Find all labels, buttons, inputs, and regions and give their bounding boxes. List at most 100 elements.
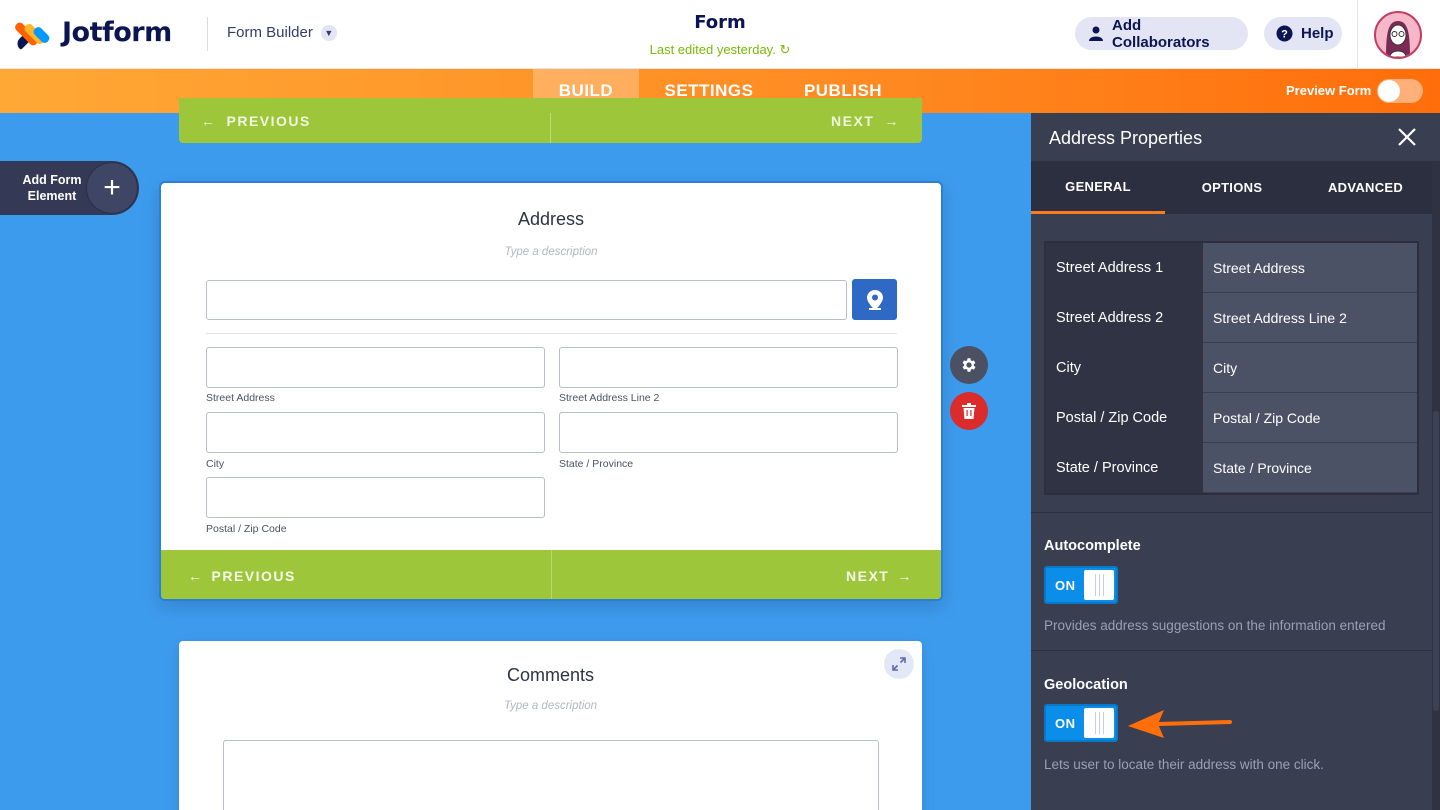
street-address-input[interactable]: [206, 347, 545, 388]
plus-icon: +: [86, 162, 138, 214]
table-row: Street Address 2 Street Address Line 2: [1046, 293, 1417, 343]
annotation-arrow-icon: [1128, 710, 1232, 738]
account-area: [1357, 0, 1440, 69]
previous-label: PREVIOUS: [226, 112, 311, 129]
location-pin-icon: [866, 289, 883, 310]
previous-button[interactable]: ← PREVIOUS: [188, 550, 296, 599]
last-edited-status[interactable]: Last edited yesterday. ↻: [600, 42, 840, 58]
tab-options[interactable]: OPTIONS: [1165, 161, 1299, 214]
add-form-element-button[interactable]: Add Form Element +: [0, 161, 139, 215]
previous-button-top[interactable]: ← PREVIOUS: [201, 98, 311, 143]
trash-icon: [962, 403, 976, 419]
arrow-left-icon: ←: [201, 112, 217, 129]
help-button[interactable]: ? Help: [1264, 17, 1342, 50]
city-input[interactable]: [206, 412, 545, 453]
address-field-card[interactable]: Address Type a description Street Addres…: [159, 181, 943, 601]
panel-header: Address Properties: [1031, 113, 1440, 161]
comments-title[interactable]: Comments: [179, 665, 922, 686]
next-button-top[interactable]: NEXT →: [831, 98, 900, 143]
gear-icon: [962, 358, 976, 372]
table-row: State / Province State / Province: [1046, 443, 1417, 493]
sublabel-value-input[interactable]: Street Address: [1203, 243, 1417, 293]
scrollbar-thumb[interactable]: [1433, 411, 1439, 711]
address-autocomplete-input[interactable]: [206, 280, 847, 320]
expand-button[interactable]: [884, 649, 914, 679]
panel-title: Address Properties: [1049, 128, 1203, 148]
help-icon: ?: [1276, 25, 1293, 43]
jotform-logo[interactable]: Jotform: [13, 16, 172, 50]
arrow-left-icon: ←: [188, 567, 204, 584]
sublabel-field-name: City: [1046, 343, 1203, 393]
next-label: NEXT: [846, 567, 890, 584]
close-icon: [1398, 128, 1416, 146]
autocomplete-state: ON: [1055, 578, 1076, 593]
geolocation-help: Lets user to locate their address with o…: [1044, 757, 1324, 772]
sublabel-value-input[interactable]: State / Province: [1203, 443, 1417, 493]
help-label: Help: [1301, 25, 1334, 42]
sublabel-field-name: Street Address 1: [1046, 243, 1203, 293]
table-row: Postal / Zip Code Postal / Zip Code: [1046, 393, 1417, 443]
state-province-sublabel: State / Province: [559, 458, 634, 470]
jotform-logo-icon: [13, 16, 52, 50]
footer-separator: [550, 113, 551, 143]
sublabel-value-input[interactable]: Postal / Zip Code: [1203, 393, 1417, 443]
geolocation-label: Geolocation: [1044, 677, 1128, 693]
next-button[interactable]: NEXT →: [846, 550, 913, 599]
chevron-down-icon: ▼: [320, 24, 337, 41]
sublabel-value-input[interactable]: City: [1203, 343, 1417, 393]
preview-form-toggle[interactable]: [1377, 79, 1423, 103]
toggle-knob: [1084, 570, 1114, 600]
user-avatar[interactable]: [1374, 11, 1422, 59]
table-row: City City: [1046, 343, 1417, 393]
add-collaborators-button[interactable]: Add Collaborators: [1075, 17, 1248, 51]
comments-field-card[interactable]: Comments Type a description: [179, 641, 922, 810]
properties-panel: Address Properties GENERAL OPTIONS ADVAN…: [1031, 113, 1440, 810]
autocomplete-label: Autocomplete: [1044, 538, 1141, 554]
tab-general[interactable]: GENERAL: [1031, 161, 1165, 214]
top-bar: Jotform Form Builder ▼ Form Last edited …: [0, 0, 1440, 69]
geolocation-toggle[interactable]: ON: [1044, 704, 1118, 742]
tab-advanced[interactable]: ADVANCED: [1299, 161, 1432, 214]
form-title[interactable]: Form: [620, 12, 820, 33]
sublabels-table: Street Address 1 Street Address Street A…: [1044, 241, 1419, 495]
field-properties-button[interactable]: [950, 346, 988, 384]
autocomplete-help: Provides address suggestions on the info…: [1044, 618, 1386, 633]
street-address-line2-input[interactable]: [559, 347, 898, 388]
postal-code-input[interactable]: [206, 477, 545, 518]
previous-label: PREVIOUS: [211, 567, 296, 584]
panel-scrollbar[interactable]: [1432, 161, 1440, 810]
sublabel-value-input[interactable]: Street Address Line 2: [1203, 293, 1417, 343]
panel-divider: [1031, 650, 1432, 651]
panel-divider: [1031, 512, 1432, 513]
address-description[interactable]: Type a description: [161, 246, 941, 258]
address-page-footer: ← PREVIOUS NEXT →: [161, 550, 941, 599]
postal-code-sublabel: Postal / Zip Code: [206, 523, 287, 535]
header-divider: [207, 17, 208, 51]
city-sublabel: City: [206, 458, 225, 470]
street-address-line2-sublabel: Street Address Line 2: [559, 392, 660, 404]
geolocation-button[interactable]: [852, 279, 897, 320]
autocomplete-toggle[interactable]: ON: [1044, 566, 1118, 604]
close-button[interactable]: [1397, 127, 1417, 147]
toggle-knob: [1084, 708, 1114, 738]
sublabel-field-name: State / Province: [1046, 443, 1203, 493]
form-builder-menu[interactable]: Form Builder ▼: [227, 24, 337, 41]
add-form-line2: Element: [27, 189, 77, 203]
comments-textarea[interactable]: [223, 740, 879, 810]
last-edited-text: Last edited yesterday.: [649, 42, 776, 57]
user-icon: [1087, 25, 1104, 43]
delete-field-button[interactable]: [950, 392, 988, 430]
comments-description[interactable]: Type a description: [179, 700, 922, 712]
svg-text:?: ?: [1281, 29, 1288, 41]
preview-form-label: Preview Form: [1286, 83, 1372, 98]
arrow-right-icon: →: [897, 567, 913, 584]
state-province-input[interactable]: [559, 412, 898, 453]
address-divider: [206, 333, 897, 334]
street-address-sublabel: Street Address: [206, 392, 275, 404]
refresh-icon: ↻: [779, 42, 791, 57]
preview-toggle-knob: [1378, 80, 1400, 102]
panel-tabs: GENERAL OPTIONS ADVANCED: [1031, 161, 1432, 214]
previous-page-footer: ← PREVIOUS NEXT →: [179, 98, 922, 143]
add-form-line1: Add Form: [22, 173, 82, 187]
address-title[interactable]: Address: [161, 209, 941, 230]
